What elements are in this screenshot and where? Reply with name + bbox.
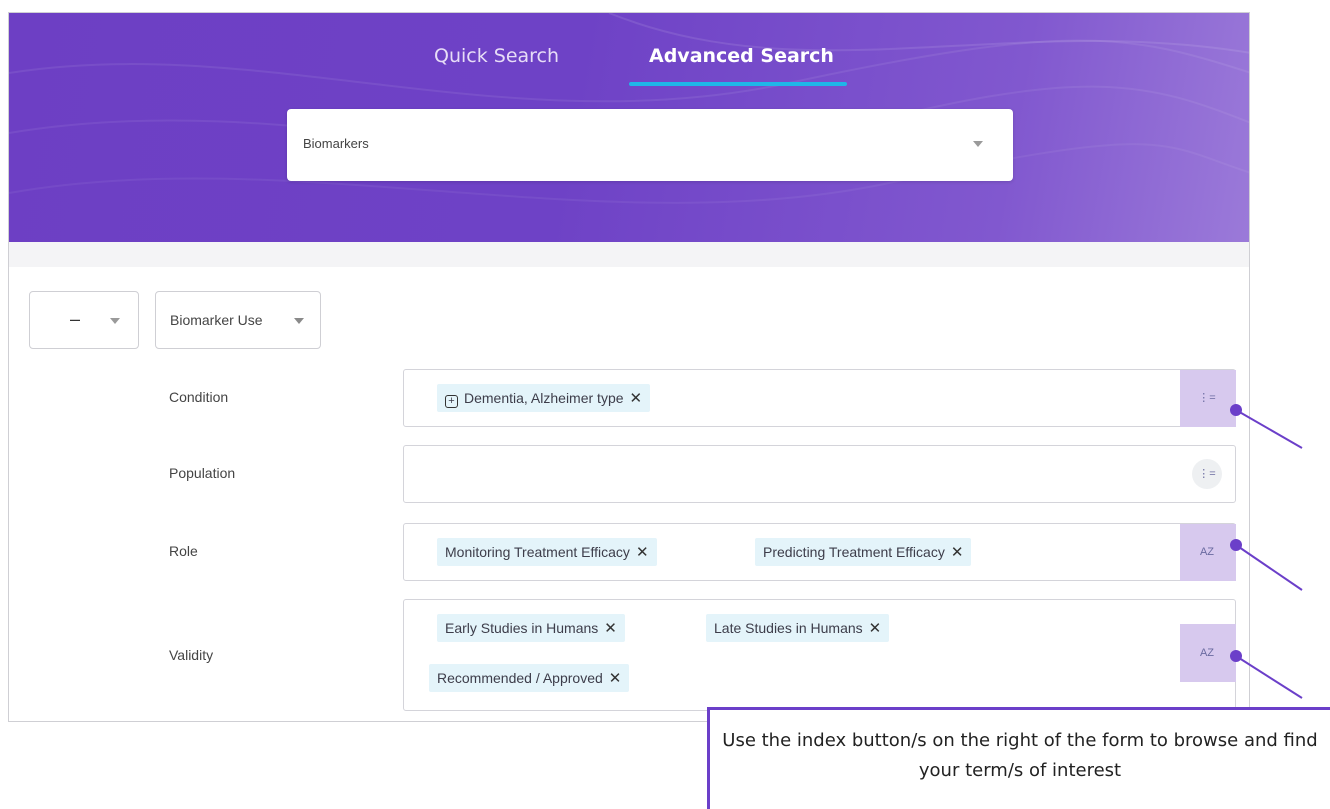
validity-chip[interactable]: Early Studies in Humans ✕	[437, 614, 625, 642]
validity-chip[interactable]: Late Studies in Humans ✕	[706, 614, 890, 642]
validity-chip[interactable]: Recommended / Approved ✕	[429, 664, 630, 692]
validity-label: Validity	[169, 647, 214, 663]
remove-chip-icon[interactable]: ✕	[869, 620, 882, 637]
operator-value: –	[70, 309, 81, 329]
role-chip[interactable]: Monitoring Treatment Efficacy ✕	[437, 538, 657, 566]
advanced-search-panel: Quick Search Advanced Search Biomarkers …	[8, 12, 1250, 722]
annotation-dot	[1230, 404, 1242, 416]
population-label: Population	[169, 465, 236, 481]
hierarchy-list-icon[interactable]: ⋮=	[1192, 459, 1222, 489]
condition-chip[interactable]: + Dementia, Alzheimer type ✕	[437, 384, 651, 412]
tip-callout: Use the index button/s on the right of t…	[707, 707, 1330, 809]
remove-chip-icon[interactable]: ✕	[630, 390, 643, 407]
tab-advanced-search[interactable]: Advanced Search	[649, 45, 834, 67]
role-chip[interactable]: Predicting Treatment Efficacy ✕	[755, 538, 972, 566]
chip-label: Dementia, Alzheimer type	[464, 390, 624, 406]
search-category-select[interactable]: Biomarkers	[287, 109, 1013, 181]
a-z-index-icon[interactable]: AZ	[1192, 537, 1222, 567]
chip-label: Predicting Treatment Efficacy	[763, 544, 945, 560]
search-category-value: Biomarkers	[303, 136, 369, 151]
chip-label: Recommended / Approved	[437, 670, 603, 686]
annotation-dot	[1230, 650, 1242, 662]
role-label: Role	[169, 543, 198, 559]
remove-chip-icon[interactable]: ✕	[604, 620, 617, 637]
chip-label: Late Studies in Humans	[714, 620, 863, 636]
chip-label: Monitoring Treatment Efficacy	[445, 544, 630, 560]
callout-text: Use the index button/s on the right of t…	[722, 730, 1318, 781]
tab-quick-search[interactable]: Quick Search	[434, 45, 559, 67]
chip-label: Early Studies in Humans	[445, 620, 599, 636]
field-type-value: Biomarker Use	[170, 312, 263, 328]
annotation-dot	[1230, 539, 1242, 551]
remove-chip-icon[interactable]: ✕	[951, 544, 964, 561]
validity-field[interactable]: Early Studies in Humans ✕ Late Studies in…	[403, 599, 1236, 711]
search-header: Quick Search Advanced Search Biomarkers	[9, 13, 1249, 242]
section-divider	[9, 242, 1249, 267]
chevron-down-icon	[973, 141, 983, 147]
boolean-operator-select[interactable]: –	[29, 291, 139, 349]
expand-icon[interactable]: +	[445, 395, 458, 408]
hierarchy-list-icon[interactable]: ⋮=	[1192, 383, 1222, 413]
field-type-select[interactable]: Biomarker Use	[155, 291, 321, 349]
active-tab-indicator	[629, 82, 847, 86]
role-field[interactable]: Monitoring Treatment Efficacy ✕ Predictin…	[403, 523, 1236, 581]
population-field[interactable]: ⋮=	[403, 445, 1236, 503]
a-z-index-icon[interactable]: AZ	[1192, 638, 1222, 668]
remove-chip-icon[interactable]: ✕	[636, 544, 649, 561]
chevron-down-icon	[110, 318, 120, 324]
remove-chip-icon[interactable]: ✕	[609, 670, 622, 687]
condition-field[interactable]: + Dementia, Alzheimer type ✕ ⋮=	[403, 369, 1236, 427]
condition-label: Condition	[169, 389, 229, 405]
chevron-down-icon	[294, 318, 304, 324]
